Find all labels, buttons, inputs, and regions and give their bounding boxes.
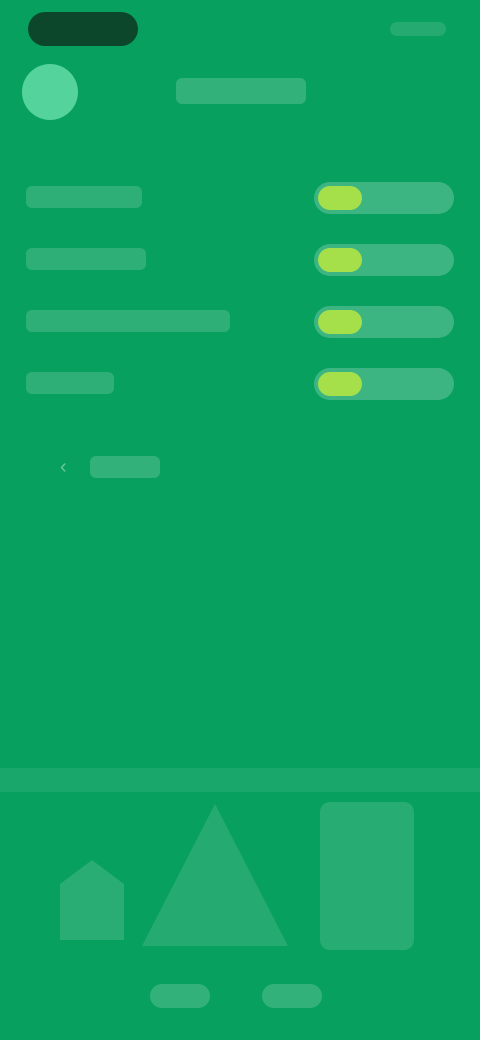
toggle-knob [318, 310, 362, 334]
list-item[interactable] [0, 352, 480, 414]
divider [0, 768, 480, 792]
header [0, 60, 480, 130]
settings-list [0, 166, 480, 414]
nav-item[interactable] [150, 984, 210, 1008]
illustration [0, 796, 480, 966]
list-item-label [26, 248, 146, 270]
toggle-switch[interactable] [314, 368, 454, 400]
back-label [90, 456, 160, 478]
list-item-label [26, 310, 230, 332]
toggle-knob [318, 372, 362, 396]
list-item-label [26, 186, 142, 208]
status-bar [0, 0, 480, 60]
house-illustration [60, 860, 124, 940]
toggle-knob [318, 248, 362, 272]
toggle-switch[interactable] [314, 306, 454, 338]
list-item[interactable] [0, 166, 480, 228]
list-item[interactable] [0, 228, 480, 290]
status-time [28, 12, 138, 46]
toggle-knob [318, 186, 362, 210]
phone-illustration [320, 802, 414, 950]
page-title [176, 78, 306, 104]
chevron-left-icon: ‹ [60, 456, 67, 478]
list-item[interactable] [0, 290, 480, 352]
toggle-switch[interactable] [314, 182, 454, 214]
bottom-nav [0, 970, 480, 1030]
status-icons [390, 22, 446, 36]
list-item-label [26, 372, 114, 394]
toggle-switch[interactable] [314, 244, 454, 276]
triangle-illustration [142, 804, 288, 946]
avatar[interactable] [22, 64, 78, 120]
nav-item[interactable] [262, 984, 322, 1008]
back-link[interactable]: ‹ [60, 452, 170, 482]
